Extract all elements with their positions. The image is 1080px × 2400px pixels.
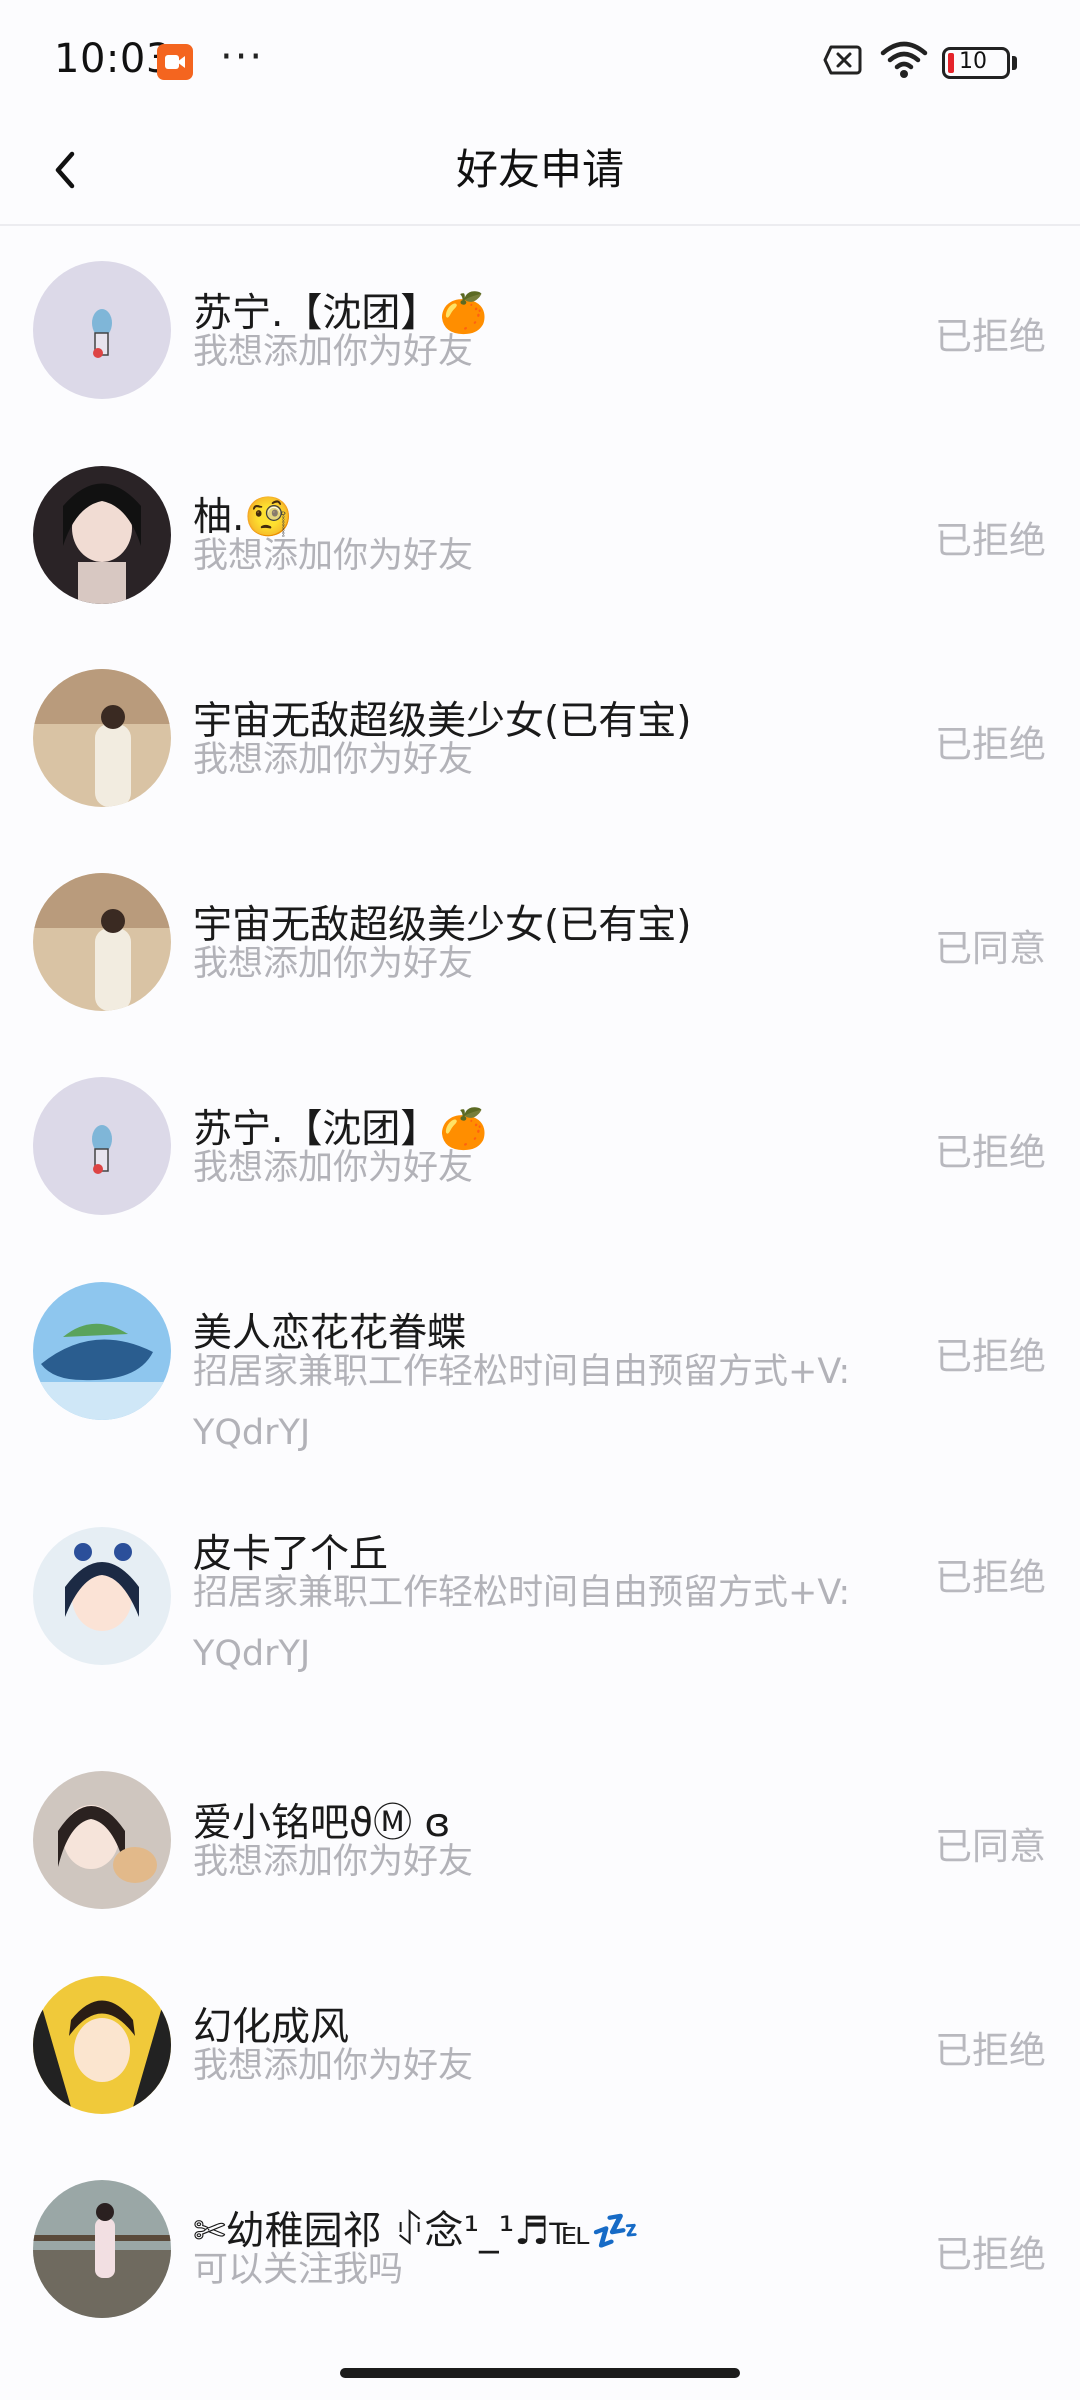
avatar[interactable] [33,1282,171,1420]
request-status: 已拒绝 [935,2233,1046,2276]
request-message: 我想添加你为好友 [193,944,474,984]
request-message: 我想添加你为好友 [193,1148,474,1188]
nav-bar: 好友申请 [0,126,1080,226]
request-status: 已拒绝 [935,519,1046,562]
avatar[interactable] [33,1527,171,1665]
screen-record-icon [157,44,193,80]
request-message: 我想添加你为好友 [193,2046,474,2086]
avatar[interactable] [33,669,171,807]
home-indicator[interactable] [340,2368,740,2378]
no-sim-icon [823,45,862,75]
request-message: 招居家兼职工作轻松时间自由预留方式+V: YQdrYJ [193,1352,851,1453]
avatar[interactable] [33,466,171,604]
list-item[interactable]: 宇宙无敌超级美少女(已有宝) 我想添加你为好友 已同意 [0,838,1080,1042]
list-item[interactable]: ✄幼稚园祁 ꂑ念¹_¹♬℡💤 可以关注我吗 已拒绝 [0,2144,1080,2348]
request-message: 我想添加你为好友 [193,740,474,780]
list-item[interactable]: 幻化成风 我想添加你为好友 已拒绝 [0,1940,1080,2144]
battery-level: 10 [959,49,987,74]
request-message: 我想添加你为好友 [193,536,474,576]
friend-request-list: 苏宁.【沈团】🍊 我想添加你为好友 已拒绝 柚.🧐 我想添加你为好友 已拒绝 宇… [0,226,1080,2348]
request-status: 已拒绝 [935,315,1046,358]
avatar[interactable] [33,873,171,1011]
request-message: 我想添加你为好友 [193,1842,474,1882]
page-title: 好友申请 [455,145,624,194]
status-bar: 10:03 ··· 10 [0,0,1080,126]
request-message: 可以关注我吗 [193,2250,404,2290]
avatar[interactable] [33,261,171,399]
battery-icon: 10 [942,47,1010,79]
avatar[interactable] [33,1976,171,2114]
request-message: 我想添加你为好友 [193,332,474,372]
request-message: 招居家兼职工作轻松时间自由预留方式+V: YQdrYJ [193,1573,851,1674]
wifi-icon [880,41,928,78]
avatar[interactable] [33,2180,171,2318]
request-status: 已拒绝 [935,723,1046,766]
clock: 10:03 [54,36,172,82]
request-status: 已拒绝 [935,1335,1046,1378]
avatar[interactable] [33,1771,171,1909]
request-status: 已拒绝 [935,1131,1046,1174]
battery-tip [1012,56,1017,70]
list-item[interactable]: 柚.🧐 我想添加你为好友 已拒绝 [0,430,1080,634]
list-item[interactable]: 苏宁.【沈团】🍊 我想添加你为好友 已拒绝 [0,226,1080,430]
list-item[interactable]: 爱小铭吧ϑⓂ ɞ 我想添加你为好友 已同意 [0,1736,1080,1940]
request-status: 已同意 [935,927,1046,970]
list-item[interactable]: 宇宙无敌超级美少女(已有宝) 我想添加你为好友 已拒绝 [0,634,1080,838]
request-status: 已同意 [935,1825,1046,1868]
request-status: 已拒绝 [935,2029,1046,2072]
list-item[interactable]: 苏宁.【沈团】🍊 我想添加你为好友 已拒绝 [0,1042,1080,1246]
list-item[interactable]: 美人恋花花眷蝶 招居家兼职工作轻松时间自由预留方式+V: YQdrYJ 已拒绝 [0,1246,1080,1491]
list-item[interactable]: 皮卡了个丘 招居家兼职工作轻松时间自由预留方式+V: YQdrYJ 已拒绝 [0,1491,1080,1736]
avatar[interactable] [33,1077,171,1215]
request-status: 已拒绝 [935,1556,1046,1599]
more-notifications-icon: ··· [220,34,265,80]
friend-requests-screen: 10:03 ··· 10 好友申请 苏宁.【沈团】🍊 我想添加你为好友 已拒绝 … [0,0,1080,2400]
battery-fill [948,53,954,73]
